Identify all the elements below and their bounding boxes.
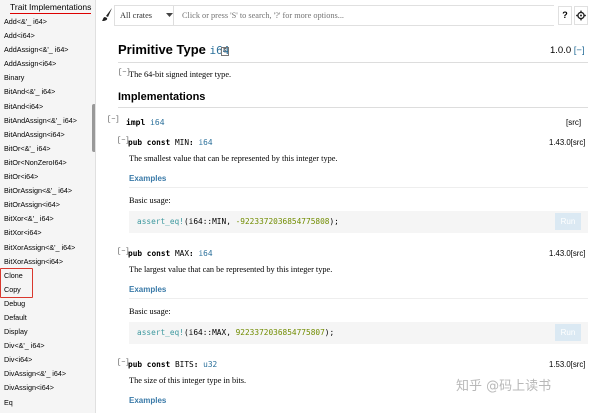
sig-keyword: pub const (128, 138, 171, 147)
sidebar-title[interactable]: Trait Implementations (0, 0, 95, 14)
code-text: (i64::MIN, (183, 217, 236, 226)
item-version[interactable]: 1.43.0[src] (549, 249, 585, 258)
sidebar-item[interactable]: Add<&'_ i64> (0, 15, 92, 29)
version: 1.0.0 [−] (550, 45, 585, 56)
sidebar-item[interactable]: AddAssign<&'_ i64> (0, 43, 92, 57)
sidebar-list: Add<&'_ i64> Add<i64> AddAssign<&'_ i64> Ad… (0, 15, 92, 410)
code-macro: assert_eq! (137, 328, 184, 337)
type-description: The 64-bit signed integer type. (129, 70, 232, 79)
code-text: (i64::MAX, (183, 328, 236, 337)
chevron-down-icon (166, 13, 173, 17)
sidebar-item[interactable]: Eq (0, 396, 92, 410)
const-type[interactable]: u32 (203, 360, 217, 369)
sidebar-item[interactable]: BitXor<i64> (0, 226, 92, 240)
code-block: assert_eq!(i64::MAX, 9223372036854775807… (129, 322, 588, 344)
code-number: -9223372036854775808 (235, 217, 330, 226)
sidebar-item[interactable]: Display (0, 325, 92, 339)
run-button[interactable]: Run (555, 213, 581, 230)
sidebar: Trait Implementations Add<&'_ i64> Add<i6… (0, 0, 96, 413)
examples-heading[interactable]: Examples (129, 285, 166, 294)
impl-src-link[interactable]: [src] (566, 118, 581, 127)
sidebar-title-label: Trait Implementations (10, 2, 92, 14)
sidebar-item[interactable]: BitAnd<&'_ i64> (0, 85, 92, 99)
code-text: ); (329, 217, 339, 226)
code-line: assert_eq!(i64::MIN, -922337203685477580… (137, 217, 339, 226)
sig-keyword: pub const (128, 249, 171, 258)
divider (118, 62, 588, 63)
version-number: 1.0.0 (550, 45, 572, 56)
code-text: ); (324, 328, 335, 337)
sidebar-item[interactable]: Div<&'_ i64> (0, 339, 92, 353)
sidebar-item[interactable]: DivAssign<&'_ i64> (0, 367, 92, 381)
code-line: assert_eq!(i64::MAX, 9223372036854775807… (137, 328, 334, 337)
const-name[interactable]: MAX (175, 249, 189, 258)
help-button[interactable]: ? (558, 6, 572, 25)
const-name[interactable]: BITS (175, 360, 194, 369)
sidebar-item[interactable]: Div<i64> (0, 353, 92, 367)
copy-icon[interactable]: ⎘ (221, 47, 229, 56)
implementations-heading[interactable]: Implementations (118, 91, 205, 103)
divider (129, 298, 588, 299)
examples-heading[interactable]: Examples (129, 396, 166, 405)
collapse-all-toggle[interactable]: [−] (574, 45, 585, 56)
gear-icon[interactable] (574, 6, 588, 25)
brush-icon[interactable] (101, 7, 115, 23)
sidebar-item[interactable]: BitXorAssign<&'_ i64> (0, 241, 92, 255)
const-signature: pub const MAX: i64 (128, 249, 213, 258)
sidebar-item[interactable]: Binary (0, 71, 92, 85)
divider (129, 187, 588, 188)
sidebar-item[interactable]: AddAssign<i64> (0, 57, 92, 71)
sidebar-item[interactable]: Debug (0, 297, 92, 311)
crate-select-label: All crates (120, 11, 153, 20)
code-block: assert_eq!(i64::MIN, -922337203685477580… (129, 211, 588, 233)
sidebar-item[interactable]: BitOr<i64> (0, 170, 92, 184)
page-title: Primitive Type i64 (118, 42, 229, 57)
search-input[interactable] (178, 6, 554, 25)
sidebar-item[interactable]: BitXorAssign<i64> (0, 255, 92, 269)
sidebar-item[interactable]: BitAnd<i64> (0, 100, 92, 114)
sidebar-scrollbar[interactable] (92, 104, 95, 152)
item-doc: The size of this integer type in bits. (129, 376, 247, 385)
sig-keyword: pub const (128, 360, 171, 369)
code-macro: assert_eq! (137, 217, 184, 226)
sidebar-item[interactable]: BitOrAssign<i64> (0, 198, 92, 212)
item-doc: The largest value that can be represente… (129, 265, 333, 274)
impl-declaration: impl i64 (126, 118, 165, 127)
const-name[interactable]: MIN (175, 138, 189, 147)
divider (118, 107, 588, 108)
sidebar-item[interactable]: Add<i64> (0, 29, 92, 43)
item-version[interactable]: 1.43.0[src] (549, 138, 585, 147)
basic-usage-label: Basic usage: (129, 196, 171, 205)
item-version[interactable]: 1.53.0[src] (549, 360, 585, 369)
run-button[interactable]: Run (555, 324, 581, 341)
sidebar-item[interactable]: DivAssign<i64> (0, 381, 92, 395)
examples-heading[interactable]: Examples (129, 174, 166, 183)
const-signature: pub const BITS: u32 (128, 360, 218, 369)
impl-keyword: impl (126, 118, 146, 127)
const-signature: pub const MIN: i64 (128, 138, 213, 147)
sidebar-item[interactable]: BitXor<&'_ i64> (0, 212, 92, 226)
basic-usage-label: Basic usage: (129, 307, 171, 316)
sidebar-item[interactable]: BitOr<NonZeroI64> (0, 156, 92, 170)
sidebar-item[interactable]: BitOrAssign<&'_ i64> (0, 184, 92, 198)
impl-toggle[interactable]: [−] (107, 116, 120, 124)
highlight-annotation (0, 268, 33, 298)
sidebar-item[interactable]: BitAndAssign<i64> (0, 128, 92, 142)
code-number: 9223372036854775807 (235, 328, 325, 337)
const-type[interactable]: i64 (198, 138, 212, 147)
const-type[interactable]: i64 (198, 249, 212, 258)
sidebar-item[interactable]: BitAndAssign<&'_ i64> (0, 114, 92, 128)
impl-type[interactable]: i64 (150, 118, 164, 127)
title-prefix: Primitive Type (118, 42, 206, 57)
watermark: 知乎 @码上读书 (456, 379, 552, 394)
item-doc: The smallest value that can be represent… (129, 154, 338, 163)
sidebar-item[interactable]: Default (0, 311, 92, 325)
sidebar-item[interactable]: BitOr<&'_ i64> (0, 142, 92, 156)
